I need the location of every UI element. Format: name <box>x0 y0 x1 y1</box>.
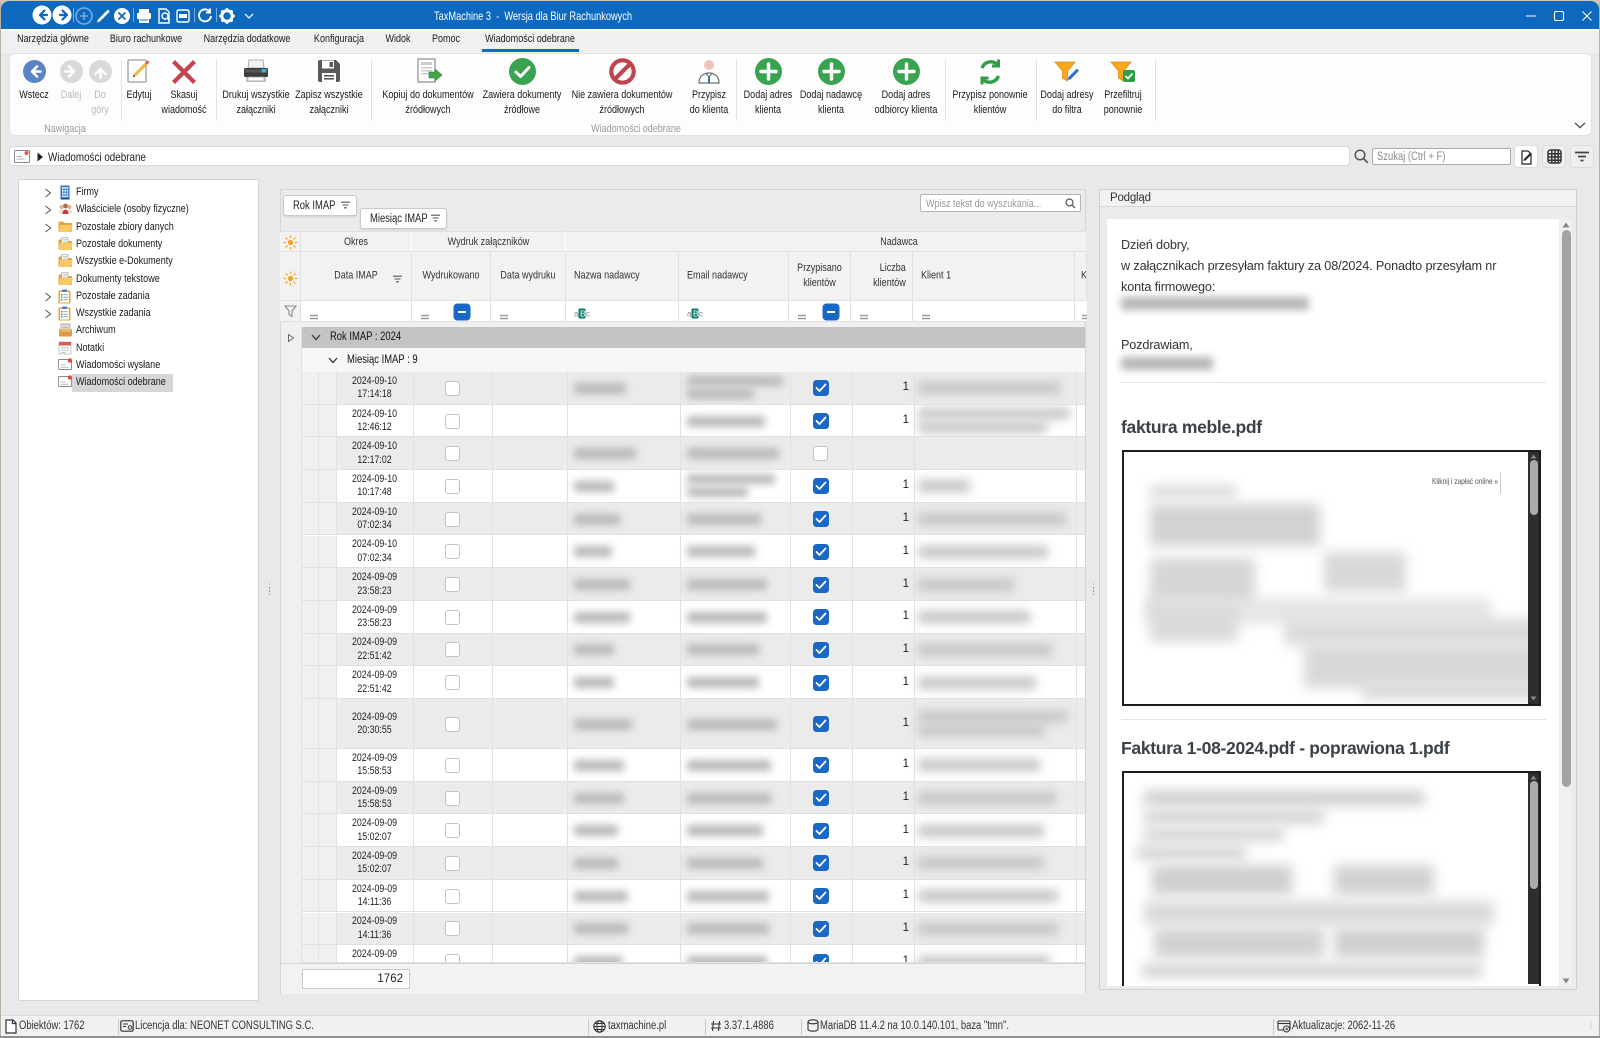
svg-text:c: c <box>586 310 590 319</box>
svg-text:c: c <box>699 310 703 319</box>
svg-text:a: a <box>687 310 692 319</box>
svg-text:a: a <box>574 310 579 319</box>
